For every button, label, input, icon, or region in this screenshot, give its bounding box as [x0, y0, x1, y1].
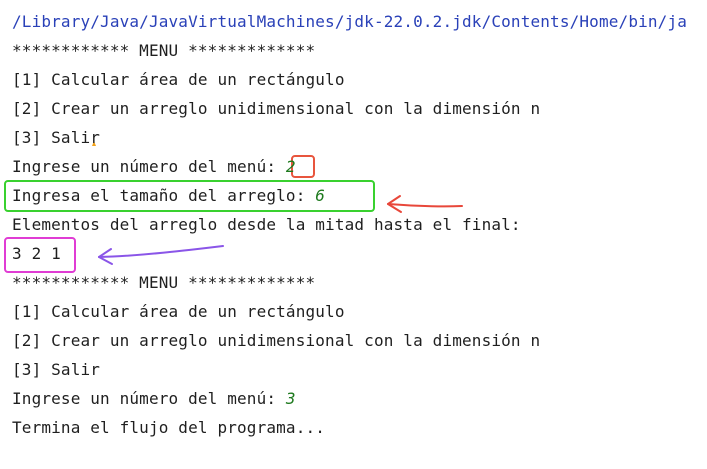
- menu-option-2: [2] Crear un arreglo unidimensional con …: [12, 99, 541, 118]
- purple-arrow: [98, 245, 224, 265]
- end-message: Termina el flujo del programa...: [12, 418, 326, 437]
- elements-label: Elementos del arreglo desde la mitad has…: [12, 215, 521, 234]
- menu-header: ************ MENU *************: [12, 41, 316, 60]
- menu-prompt: Ingrese un número del menú:: [12, 389, 286, 408]
- elements-output: 3 2 1: [12, 244, 61, 263]
- console-output: /Library/Java/JavaVirtualMachines/jdk-22…: [0, 0, 707, 469]
- menu-option-3: [3] Salir: [12, 128, 101, 147]
- menu-input-value: 2: [285, 157, 296, 176]
- menu-input-value: 3: [285, 389, 296, 408]
- menu-option-1: [1] Calcular área de un rectángulo: [12, 70, 345, 89]
- size-prompt-line: Ingresa el tamaño del arreglo: 6: [12, 186, 325, 206]
- java-path-line: /Library/Java/JavaVirtualMachines/jdk-22…: [12, 12, 688, 31]
- menu-option-1: [1] Calcular área de un rectángulo: [12, 302, 345, 321]
- menu-prompt-line: Ingrese un número del menú: 3: [12, 389, 296, 409]
- menu-prompt: Ingrese un número del menú:: [12, 157, 286, 176]
- size-prompt: Ingresa el tamaño del arreglo:: [12, 186, 316, 205]
- menu-option-3: [3] Salir: [12, 360, 101, 379]
- red-arrow: [387, 195, 463, 213]
- size-input-value: 6: [315, 186, 326, 205]
- menu-header: ************ MENU *************: [12, 273, 316, 292]
- menu-prompt-line: Ingrese un número del menú: 2: [12, 157, 296, 177]
- menu-option-2: [2] Crear un arreglo unidimensional con …: [12, 331, 541, 350]
